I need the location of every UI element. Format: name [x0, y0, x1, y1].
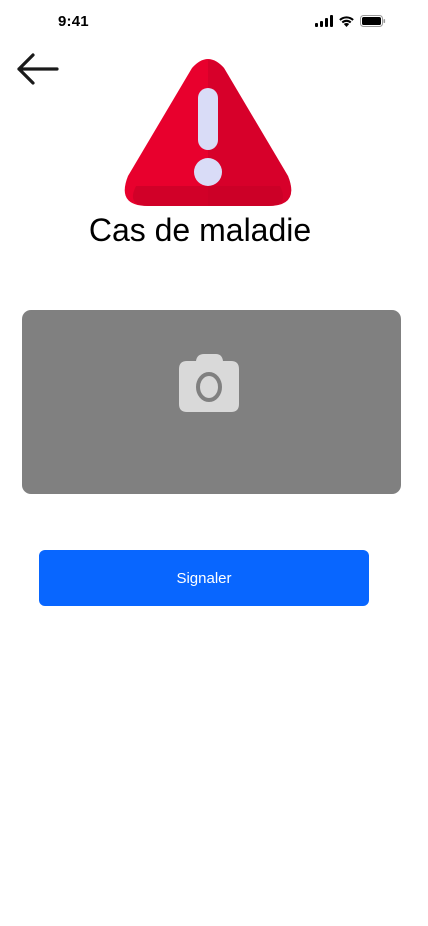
arrow-left-icon	[17, 53, 59, 85]
wifi-icon	[339, 16, 354, 27]
page-title: Cas de maladie	[88, 212, 312, 248]
signal-icon	[315, 15, 333, 27]
photo-upload-area[interactable]	[22, 310, 401, 494]
back-button[interactable]	[14, 52, 62, 88]
camera-icon	[179, 354, 239, 412]
status-bar: 9:41	[0, 0, 428, 44]
battery-icon	[360, 15, 386, 27]
warning-triangle-icon	[124, 59, 292, 206]
status-time: 9:41	[58, 13, 89, 30]
status-icons	[315, 15, 386, 27]
report-button[interactable]: Signaler	[39, 550, 369, 606]
